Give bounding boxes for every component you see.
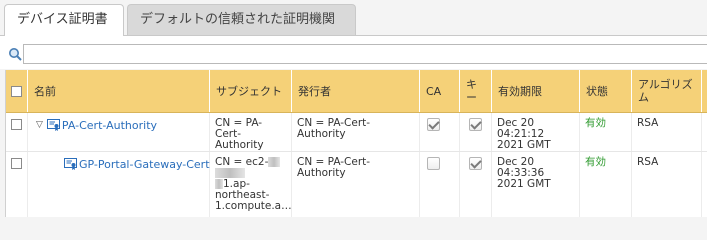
header-subject[interactable]: サブジェクト [210,70,292,112]
algorithm-cell: RSA [632,113,702,151]
redacted-text [268,157,281,167]
key-checkbox [469,118,482,131]
redacted-text [215,179,223,189]
table-footer-area [0,217,707,240]
tab-bar: デバイス証明書 デフォルトの信頼された証明機関 [0,0,707,36]
certificate-icon [64,158,77,170]
redacted-text [215,168,245,178]
issuer-cell: CN = PA-Cert-Authority [292,152,420,217]
tab-default-trusted-cas[interactable]: デフォルトの信頼された証明機関 [127,4,356,35]
select-all-checkbox[interactable] [11,86,22,97]
header-expires[interactable]: 有効期限 [492,70,580,112]
certificates-table: 名前 サブジェクト 発行者 CA キー 有効期限 状態 アルゴリズム ▽ PA-… [5,70,707,217]
search-input[interactable] [23,44,707,64]
algorithm-cell: RSA [632,152,702,217]
cert-name-label: GP-Portal-Gateway-Cert [79,157,210,171]
subject-line: 1.compute.a… [215,200,292,212]
table-row[interactable]: ▽ PA-Cert-Authority CN = PA-Cert-Authori… [6,113,707,152]
subject-cell: CN = PA-Cert-Authority [210,113,292,151]
subject-cell: CN = ec2- 1.ap- northeast- 1.compute.a… [210,152,292,217]
subject-line: CN = ec2- [215,156,269,168]
status-cell: 有効 [580,152,632,217]
header-key[interactable]: キー [460,70,492,112]
key-checkbox [469,157,482,170]
expires-cell: Dec 20 04:21:12 2021 GMT [492,113,580,151]
expand-triangle-icon[interactable]: ▽ [36,120,43,131]
issuer-cell: CN = PA-Cert-Authority [292,113,420,151]
table-header: 名前 サブジェクト 発行者 CA キー 有効期限 状態 アルゴリズム [6,70,707,113]
search-icon[interactable] [8,47,22,61]
search-bar [0,36,707,69]
header-algorithm[interactable]: アルゴリズム [632,70,702,112]
header-ca[interactable]: CA [420,70,460,112]
status-cell: 有効 [580,113,632,151]
cert-name-label: PA-Cert-Authority [61,118,158,132]
table-row[interactable]: GP-Portal-Gateway-Cert CN = ec2- 1.ap- n… [6,152,707,217]
tab-device-certificates[interactable]: デバイス証明書 [4,4,124,36]
header-status[interactable]: 状態 [580,70,632,112]
ca-checkbox [427,118,440,131]
header-issuer[interactable]: 発行者 [292,70,420,112]
header-name[interactable]: 名前 [28,70,210,112]
cert-name[interactable]: GP-Portal-Gateway-Cert [64,158,210,170]
cert-name[interactable]: ▽ PA-Cert-Authority [36,119,157,131]
expires-cell: Dec 20 04:33:36 2021 GMT [492,152,580,217]
ca-checkbox [427,157,440,170]
certificate-icon [46,119,60,131]
